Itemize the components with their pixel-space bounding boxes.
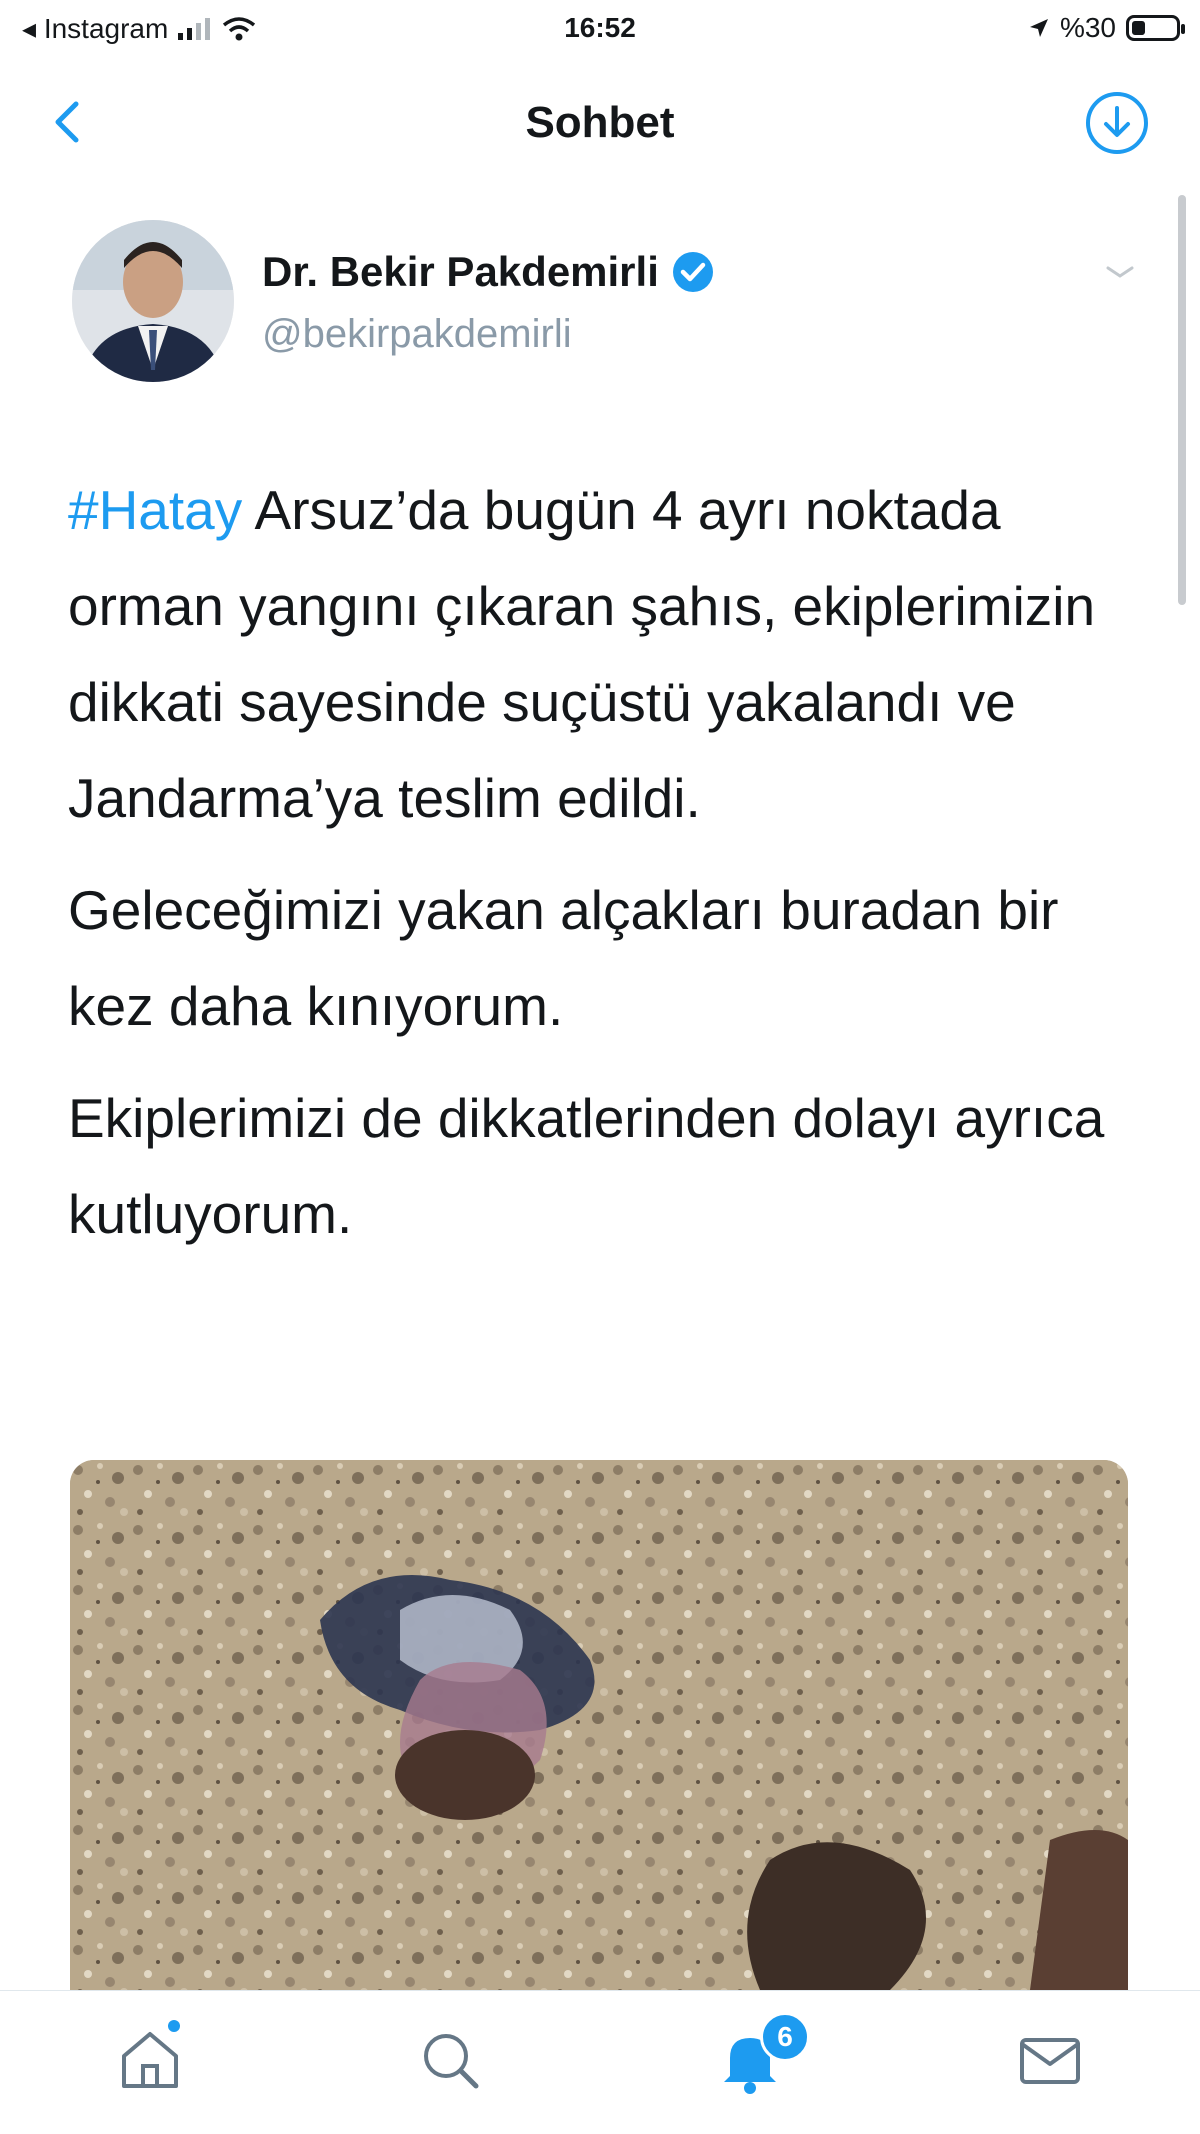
author-handle[interactable]: @bekirpakdemirli xyxy=(262,312,572,357)
avatar[interactable] xyxy=(72,220,234,382)
scrollbar[interactable] xyxy=(1178,195,1186,605)
search-icon[interactable] xyxy=(410,2020,490,2100)
location-arrow-icon xyxy=(1029,19,1048,37)
mail-icon[interactable] xyxy=(1010,2020,1090,2100)
download-icon[interactable] xyxy=(1084,90,1150,156)
battery-percent: %30 xyxy=(1059,12,1116,43)
tweet-text: #Hatay Arsuz’da bugün 4 ayrı noktada orm… xyxy=(68,462,1148,1278)
battery-icon xyxy=(1126,15,1185,41)
media-photo xyxy=(70,1460,1128,1990)
status-time: 16:52 xyxy=(564,12,636,43)
tweet-paragraph-3: Ekiplerimizi de dikkatlerinden dolayı ay… xyxy=(68,1087,1105,1245)
notification-count-badge[interactable]: 6 xyxy=(760,2012,810,2062)
home-unread-dot xyxy=(168,2020,180,2032)
author-name[interactable]: Dr. Bekir Pakdemirli xyxy=(262,248,715,296)
hashtag-link[interactable]: #Hatay xyxy=(68,479,242,541)
more-icon[interactable] xyxy=(1100,264,1140,280)
nav-bar: Sohbet xyxy=(0,64,1200,184)
tweet-paragraph-1: #Hatay Arsuz’da bugün 4 ayrı noktada orm… xyxy=(68,462,1148,846)
avatar-image xyxy=(72,220,234,382)
battery-fill xyxy=(1132,21,1145,35)
tweet-media-image[interactable] xyxy=(70,1460,1128,1990)
status-right: %30 xyxy=(1028,12,1185,44)
tweet-paragraph-2: Geleceğimizi yakan alçakları buradan bir… xyxy=(68,879,1059,1037)
author-name-text[interactable]: Dr. Bekir Pakdemirli xyxy=(262,248,659,296)
page-title: Sohbet xyxy=(525,98,675,147)
status-bar: ◂ Instagram 16:52 %30 xyxy=(0,0,1200,64)
home-icon[interactable] xyxy=(110,2020,190,2100)
verified-badge-icon xyxy=(672,252,713,292)
